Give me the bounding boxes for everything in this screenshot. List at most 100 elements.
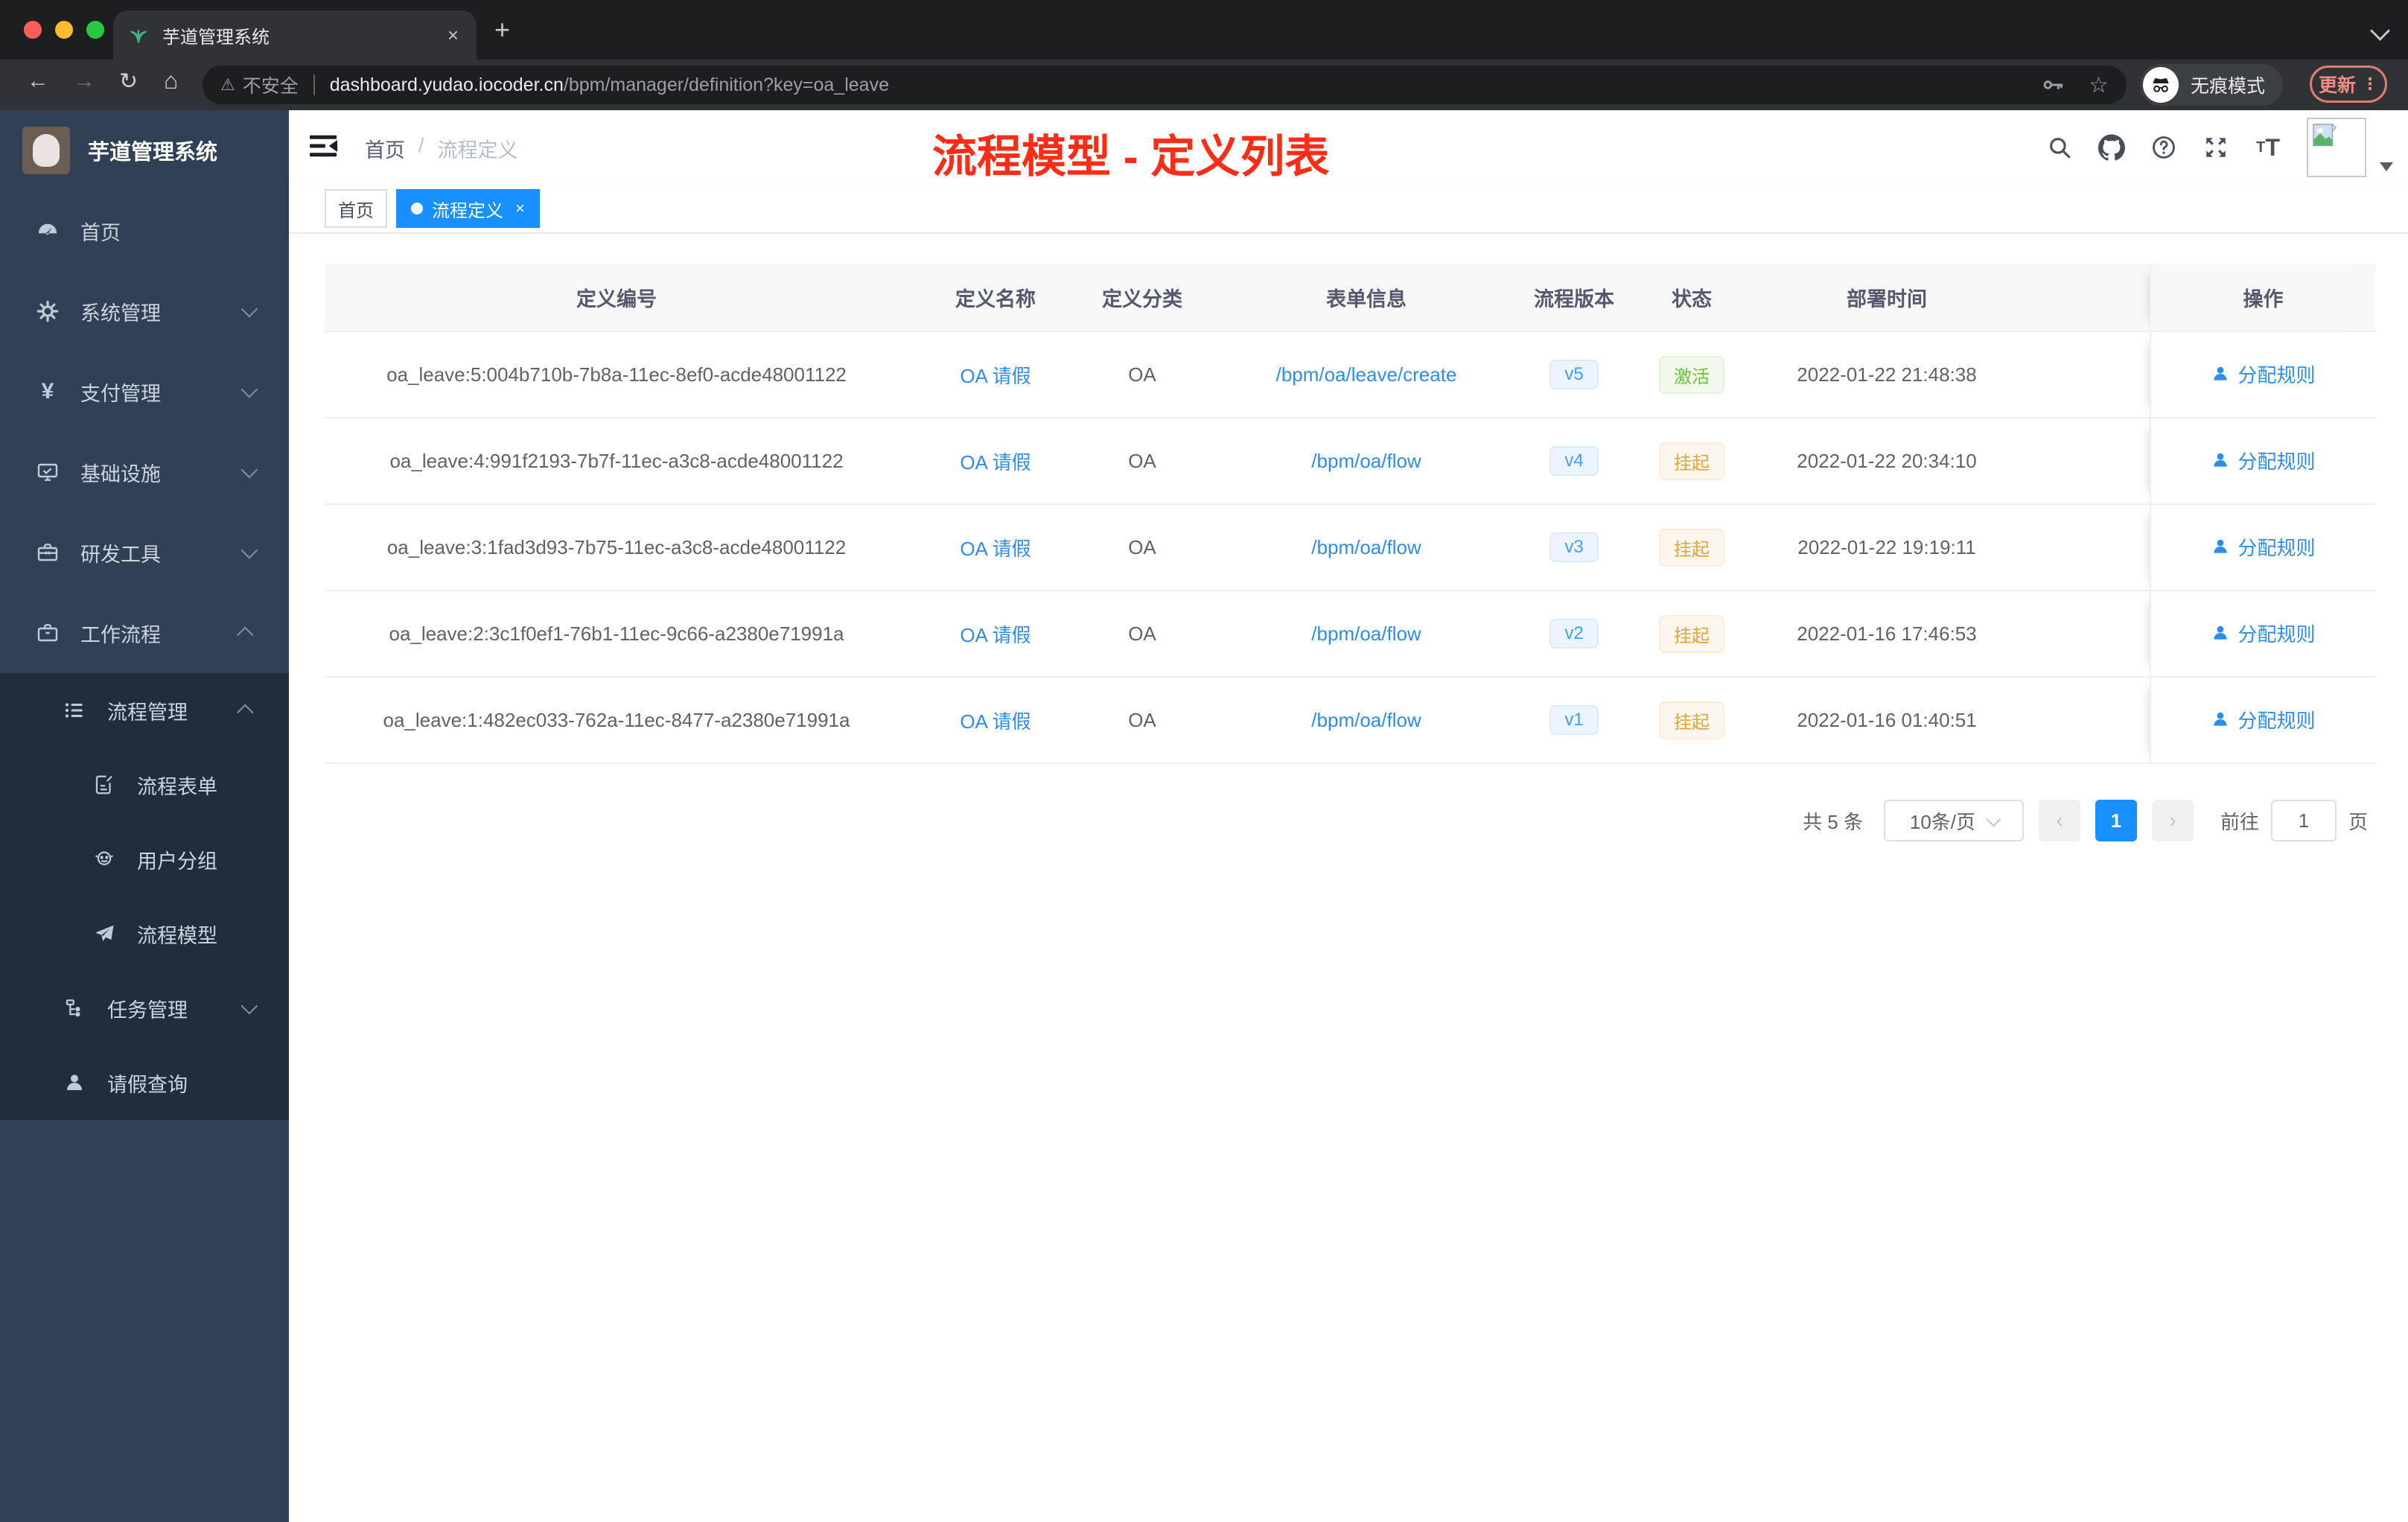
sidebar-item-system[interactable]: 系统管理	[0, 271, 289, 351]
sidebar-item-dev-tools[interactable]: 研发工具	[0, 512, 289, 593]
sidebar-item-process-management[interactable]: 流程管理	[0, 673, 289, 748]
form-link[interactable]: /bpm/oa/flow	[1311, 709, 1421, 731]
fullscreen-icon[interactable]	[2202, 134, 2229, 161]
new-tab-button[interactable]: +	[494, 16, 510, 43]
workflow-submenu: 流程管理 流程表单 用户分组 流程模型 任务管理 请假查询	[0, 673, 289, 1120]
assign-rule-button[interactable]: 分配规则	[2211, 360, 2316, 388]
col-header-version: 流程版本	[1531, 264, 1617, 332]
form-icon	[92, 773, 116, 797]
current-page-button[interactable]: 1	[2095, 800, 2137, 841]
sidebar-item-label: 流程管理	[107, 701, 188, 724]
sidebar-item-label: 流程模型	[137, 924, 217, 947]
sidebar-item-home[interactable]: 首页	[0, 191, 289, 271]
definition-name-link[interactable]: OA 请假	[960, 365, 1031, 387]
app-navbar: 首页 / 流程定义 流程模型 - 定义列表 TT	[289, 110, 2408, 185]
assign-rule-button[interactable]: 分配规则	[2211, 706, 2316, 733]
browser-tab[interactable]: 芋道管理系统 ×	[113, 10, 477, 60]
assign-rule-label: 分配规则	[2237, 536, 2316, 559]
assign-rule-button[interactable]: 分配规则	[2211, 533, 2316, 561]
toolbox-icon	[36, 541, 60, 564]
status-tag: 挂起	[1659, 528, 1724, 567]
logo-avatar	[22, 127, 70, 174]
address-bar[interactable]: ⚠ 不安全 dashboard.yudao.iocoder.cn/bpm/man…	[203, 66, 2127, 104]
assign-rule-label: 分配规则	[2237, 450, 2316, 473]
sidebar-item-payment[interactable]: ¥ 支付管理	[0, 351, 289, 432]
breadcrumb-home[interactable]: 首页	[365, 134, 405, 163]
security-warning[interactable]: ⚠ 不安全	[220, 71, 299, 98]
tag-process-definition[interactable]: 流程定义 ×	[396, 189, 540, 228]
favicon-plant-icon	[128, 25, 149, 45]
assign-rule-button[interactable]: 分配规则	[2211, 620, 2316, 647]
status-tag: 激活	[1659, 355, 1724, 394]
window-minimize-button[interactable]	[55, 21, 73, 39]
cell-definition-id: oa_leave:2:3c1f0ef1-76b1-11ec-9c66-a2380…	[325, 590, 908, 678]
reload-icon[interactable]: ↻	[119, 69, 138, 95]
font-size-icon[interactable]: TT	[2255, 134, 2281, 161]
browser-toolbar: ← → ↻ ⌂ ⚠ 不安全 dashboard.yudao.iocoder.cn…	[0, 60, 2408, 110]
cell-filler	[2007, 504, 2150, 591]
sidebar-item-label: 流程表单	[137, 775, 217, 798]
goto-page-input[interactable]: 1	[2270, 800, 2337, 841]
definition-name-link[interactable]: OA 请假	[960, 538, 1031, 560]
definition-name-link[interactable]: OA 请假	[960, 624, 1031, 646]
definition-name-link[interactable]: OA 请假	[960, 451, 1031, 474]
bookmark-star-icon[interactable]: ☆	[2089, 72, 2109, 98]
paper-plane-icon	[92, 922, 116, 946]
tab-search-chevron-icon[interactable]	[2370, 21, 2390, 41]
sidebar-collapse-icon[interactable]	[310, 133, 338, 165]
chevron-down-icon	[241, 300, 258, 318]
tab-close-icon[interactable]: ×	[445, 24, 462, 47]
dashboard-icon	[36, 219, 60, 243]
sidebar-item-process-form[interactable]: 流程表单	[0, 748, 289, 822]
url-divider	[313, 74, 315, 95]
back-icon[interactable]: ←	[27, 69, 49, 94]
sidebar-item-user-group[interactable]: 用户分组	[0, 822, 289, 897]
avatar[interactable]	[2307, 118, 2366, 177]
search-icon[interactable]	[2046, 134, 2073, 161]
sidebar-item-label: 用户分组	[137, 850, 217, 873]
assign-rule-button[interactable]: 分配规则	[2211, 447, 2316, 474]
help-icon[interactable]	[2150, 134, 2177, 161]
avatar-dropdown-caret-icon[interactable]	[2380, 162, 2393, 171]
home-icon[interactable]: ⌂	[164, 67, 178, 95]
form-link[interactable]: /bpm/oa/flow	[1311, 623, 1421, 645]
browser-update-button[interactable]: 更新 ⋮	[2310, 66, 2387, 103]
security-label: 不安全	[242, 76, 299, 97]
sidebar-item-workflow[interactable]: 工作流程	[0, 593, 289, 673]
form-link[interactable]: /bpm/oa/leave/create	[1276, 363, 1457, 386]
sidebar-item-leave-query[interactable]: 请假查询	[0, 1045, 289, 1120]
tag-home[interactable]: 首页	[325, 189, 387, 228]
sidebar-item-label: 首页	[80, 221, 121, 244]
forward-icon[interactable]: →	[73, 69, 95, 94]
form-link[interactable]: /bpm/oa/flow	[1311, 536, 1421, 558]
chevron-down-icon	[241, 461, 258, 479]
window-maximize-button[interactable]	[86, 21, 104, 39]
tag-close-icon[interactable]: ×	[515, 199, 525, 218]
next-page-button[interactable]: ›	[2151, 800, 2194, 841]
chevron-down-icon	[241, 541, 258, 559]
page-size-select[interactable]: 10条/页	[1883, 800, 2024, 841]
col-header-action: 操作	[2150, 264, 2375, 332]
version-tag: v1	[1549, 705, 1599, 735]
form-link[interactable]: /bpm/oa/flow	[1311, 450, 1421, 472]
github-icon[interactable]	[2098, 134, 2125, 161]
browser-menu-dots-icon[interactable]: ⋮	[2362, 74, 2378, 94]
key-icon[interactable]	[2041, 73, 2065, 97]
group-icon	[92, 847, 116, 871]
version-tag: v5	[1549, 360, 1599, 389]
user-icon	[63, 1071, 86, 1095]
update-label: 更新	[2318, 75, 2356, 96]
sidebar-item-process-model[interactable]: 流程模型	[0, 897, 289, 971]
col-header-filler	[2007, 264, 2150, 332]
sidebar-item-task-management[interactable]: 任务管理	[0, 971, 289, 1045]
sidebar-item-label: 研发工具	[80, 543, 161, 566]
sidebar-item-infrastructure[interactable]: 基础设施	[0, 432, 289, 512]
window-close-button[interactable]	[24, 21, 42, 39]
cell-definition-id: oa_leave:4:991f2193-7b7f-11ec-a3c8-acde4…	[325, 418, 908, 505]
prev-page-button[interactable]: ‹	[2038, 800, 2080, 841]
definition-name-link[interactable]: OA 请假	[960, 710, 1031, 733]
col-header-category: 定义分类	[1083, 264, 1202, 332]
version-tag: v3	[1549, 532, 1599, 562]
cell-deploy-time: 2022-01-16 17:46:53	[1766, 590, 2007, 678]
user-icon	[2214, 713, 2228, 726]
